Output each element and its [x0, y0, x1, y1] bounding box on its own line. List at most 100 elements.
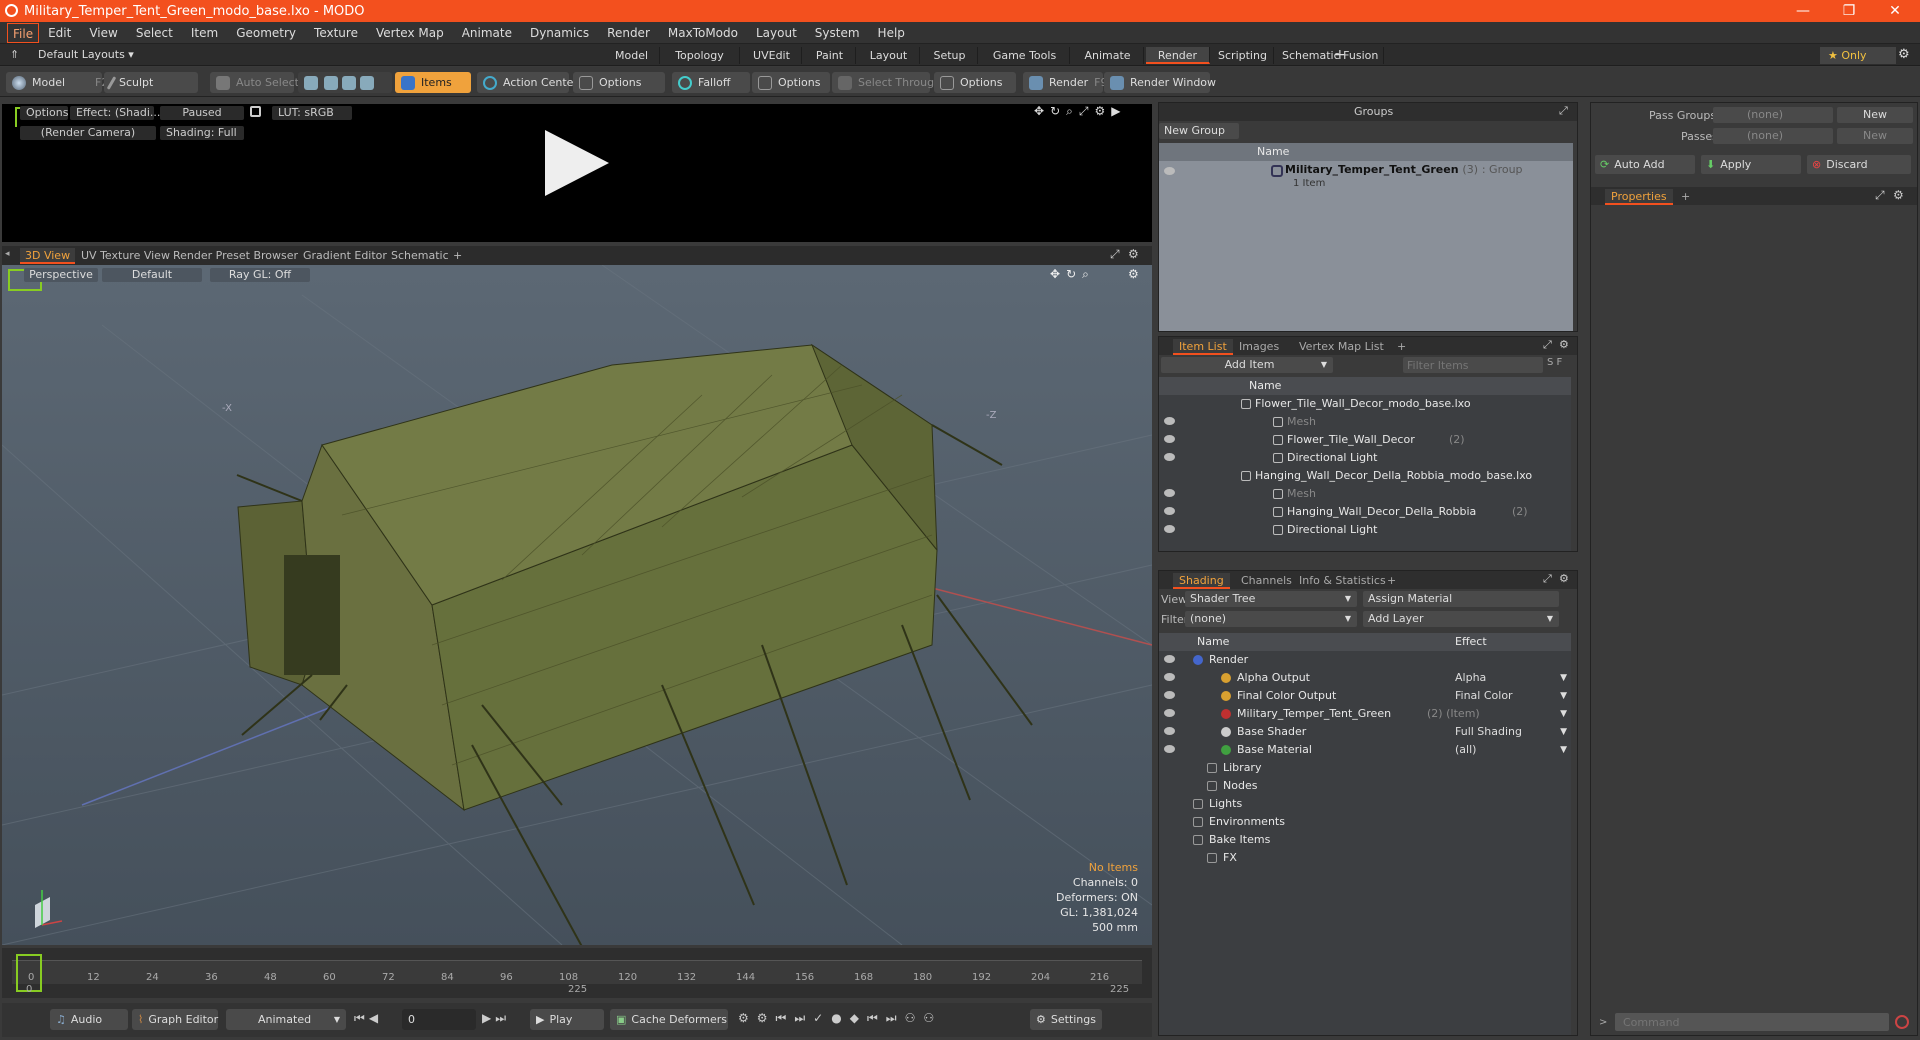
effect-cell[interactable]: (all)	[1455, 741, 1476, 759]
visibility-eye-icon[interactable]	[1164, 745, 1175, 753]
vertices-icon[interactable]	[304, 75, 318, 90]
effect-cell[interactable]: Final Color	[1455, 687, 1513, 705]
lock-icon[interactable]	[250, 106, 261, 117]
prev-key-icon[interactable]: ⏮	[776, 1011, 795, 1025]
auto-add-button[interactable]: ⟳ Auto Add	[1595, 155, 1695, 174]
panel-collapse-icon[interactable]: ◂	[5, 249, 10, 259]
3d-viewport[interactable]: Perspective Default Ray GL: Off ✥↻⌕ ⚙ -X…	[2, 265, 1152, 945]
visibility-eye-icon[interactable]	[1164, 167, 1175, 175]
view-dropdown[interactable]: Shader Tree ▼	[1185, 591, 1357, 607]
add-item-dropdown[interactable]: Add Item ▼	[1161, 357, 1333, 373]
shading-gear-icon[interactable]: ⚙	[1559, 572, 1569, 585]
skip-back-icon[interactable]: ⏮	[867, 1011, 886, 1025]
shader-tree-row[interactable]: Military_Temper_Tent_Green (2) (Item) ▼	[1159, 705, 1571, 723]
visibility-eye-icon[interactable]	[1164, 525, 1175, 533]
layout-tab-schematic-fusion[interactable]: Schematic Fusion	[1276, 47, 1384, 64]
shader-tree-row[interactable]: Bake Items	[1159, 831, 1571, 849]
settings-button[interactable]: ⚙ Settings	[1030, 1009, 1102, 1030]
layout-tab-model[interactable]: Model	[604, 47, 660, 64]
key-icon[interactable]: ⚙	[738, 1011, 757, 1025]
itemlist-gear-icon[interactable]: ⚙	[1559, 338, 1569, 351]
close-button[interactable]: ✕	[1872, 0, 1918, 22]
visibility-eye-icon[interactable]	[1164, 489, 1175, 497]
chevron-down-icon[interactable]: ▼	[1560, 723, 1567, 741]
tab-item-list[interactable]: Item List	[1173, 339, 1233, 355]
stop-icon[interactable]	[1895, 1015, 1909, 1029]
next-key-icon[interactable]: ⏭	[794, 1011, 813, 1025]
menu-edit[interactable]: Edit	[39, 23, 80, 43]
layout-tab-scripting[interactable]: Scripting	[1212, 47, 1274, 64]
shader-tree-row[interactable]: Library	[1159, 759, 1571, 777]
viewport-maximize-icon[interactable]: ⤢	[1110, 247, 1120, 262]
paused-toggle[interactable]: Paused	[160, 106, 244, 120]
render-window-button[interactable]: Render Window	[1104, 72, 1216, 93]
raygl-dropdown[interactable]: Ray GL: Off	[210, 268, 310, 282]
maximize-button[interactable]: ❐	[1826, 0, 1872, 22]
viewport-tab-uv-texture-view[interactable]: UV Texture View	[76, 248, 175, 264]
effect-cell[interactable]: Alpha	[1455, 669, 1486, 687]
play-button[interactable]: ▶ Play	[530, 1009, 604, 1030]
menu-animate[interactable]: Animate	[453, 23, 521, 43]
selection-mode-group[interactable]	[298, 72, 392, 93]
graph-editor-button[interactable]: ⌇ Graph Editor	[132, 1009, 218, 1030]
zoom-icon[interactable]: ⌕	[1082, 267, 1095, 281]
layout-tab-paint[interactable]: Paint	[804, 47, 856, 64]
item-list-row[interactable]: Directional Light	[1159, 449, 1577, 467]
select-through-options-button[interactable]: Options	[934, 72, 1016, 93]
effect-cell[interactable]: Full Shading	[1455, 723, 1522, 741]
model-mode-button[interactable]: Model F2	[6, 72, 108, 93]
projection-dropdown[interactable]: Perspective	[24, 268, 98, 282]
auto-select-button[interactable]: Auto Select	[210, 72, 299, 93]
minimize-button[interactable]: —	[1780, 0, 1826, 22]
pass-groups-dropdown[interactable]: (none)	[1713, 107, 1833, 123]
tab--[interactable]: +	[1391, 339, 1412, 355]
first-frame-icon[interactable]: ⏮	[354, 1011, 369, 1025]
shader-tree-row[interactable]: Alpha Output Alpha ▼	[1159, 669, 1571, 687]
edges-icon[interactable]	[324, 75, 338, 90]
visibility-eye-icon[interactable]	[1164, 673, 1175, 681]
preview-options-button[interactable]: Options	[20, 106, 68, 120]
play-icon[interactable]	[545, 130, 609, 196]
chevron-down-icon[interactable]: ▼	[1560, 669, 1567, 687]
auto-key-icon[interactable]: ✓	[813, 1011, 831, 1025]
items-mode-button[interactable]: Items	[395, 72, 471, 93]
layout-tab-topology[interactable]: Topology	[660, 47, 740, 64]
command-toggle-icon[interactable]: >	[1599, 1017, 1607, 1028]
visibility-eye-icon[interactable]	[1164, 709, 1175, 717]
shader-tree-row[interactable]: Environments	[1159, 813, 1571, 831]
viewport-tab-3d-view[interactable]: 3D View	[20, 248, 76, 264]
viewport-tab--[interactable]: +	[448, 248, 467, 264]
discard-button[interactable]: ⊗ Discard	[1807, 155, 1911, 174]
maximize-icon[interactable]: ⤢	[1079, 104, 1095, 118]
pan-icon[interactable]: ✥	[1050, 267, 1066, 281]
layout-tab-render[interactable]: Render	[1146, 47, 1210, 64]
falloff-options-button[interactable]: Options	[752, 72, 830, 93]
add-layer-dropdown[interactable]: Add Layer ▼	[1363, 611, 1559, 627]
item-list-row[interactable]: Directional Light	[1159, 521, 1577, 539]
visibility-eye-icon[interactable]	[1164, 655, 1175, 663]
gear-icon[interactable]: ⚙	[1898, 47, 1910, 62]
zoom-icon[interactable]: ⌕	[1066, 104, 1079, 118]
group-row[interactable]: Military_Temper_Tent_Green (3) : Group 1…	[1159, 161, 1577, 195]
visibility-eye-icon[interactable]	[1164, 453, 1175, 461]
timeline[interactable]: 0 12 24 36 48 60 72 84 96 108 120 132 144 156 168 180 19…	[2, 948, 1152, 998]
filter-dropdown[interactable]: (none) ▼	[1185, 611, 1357, 627]
viewport-tab-schematic[interactable]: Schematic	[386, 248, 454, 264]
menu-dynamics[interactable]: Dynamics	[521, 23, 598, 43]
item-list-row[interactable]: Mesh	[1159, 485, 1577, 503]
new-pass-button[interactable]: New	[1837, 128, 1913, 144]
groups-maximize-icon[interactable]: ⤢	[1559, 104, 1568, 118]
shader-tree-row[interactable]: Final Color Output Final Color ▼	[1159, 687, 1571, 705]
menu-item[interactable]: Item	[182, 23, 227, 43]
passes-dropdown[interactable]: (none)	[1713, 128, 1833, 144]
tab--[interactable]: +	[1381, 573, 1402, 589]
visibility-eye-icon[interactable]	[1164, 691, 1175, 699]
item-list-row[interactable]: Hanging_Wall_Decor_Della_Robbia (2)	[1159, 503, 1577, 521]
item-list-row[interactable]: Flower_Tile_Wall_Decor_modo_base.lxo	[1159, 395, 1577, 413]
next-frame-icon[interactable]: ▶	[482, 1011, 495, 1025]
visibility-eye-icon[interactable]	[1164, 507, 1175, 515]
falloff-button[interactable]: Falloff	[672, 72, 750, 93]
action-center-button[interactable]: Action Center	[477, 72, 578, 93]
visibility-eye-icon[interactable]	[1164, 727, 1175, 735]
layout-preset-dropdown[interactable]: Default Layouts ▾	[38, 48, 134, 61]
